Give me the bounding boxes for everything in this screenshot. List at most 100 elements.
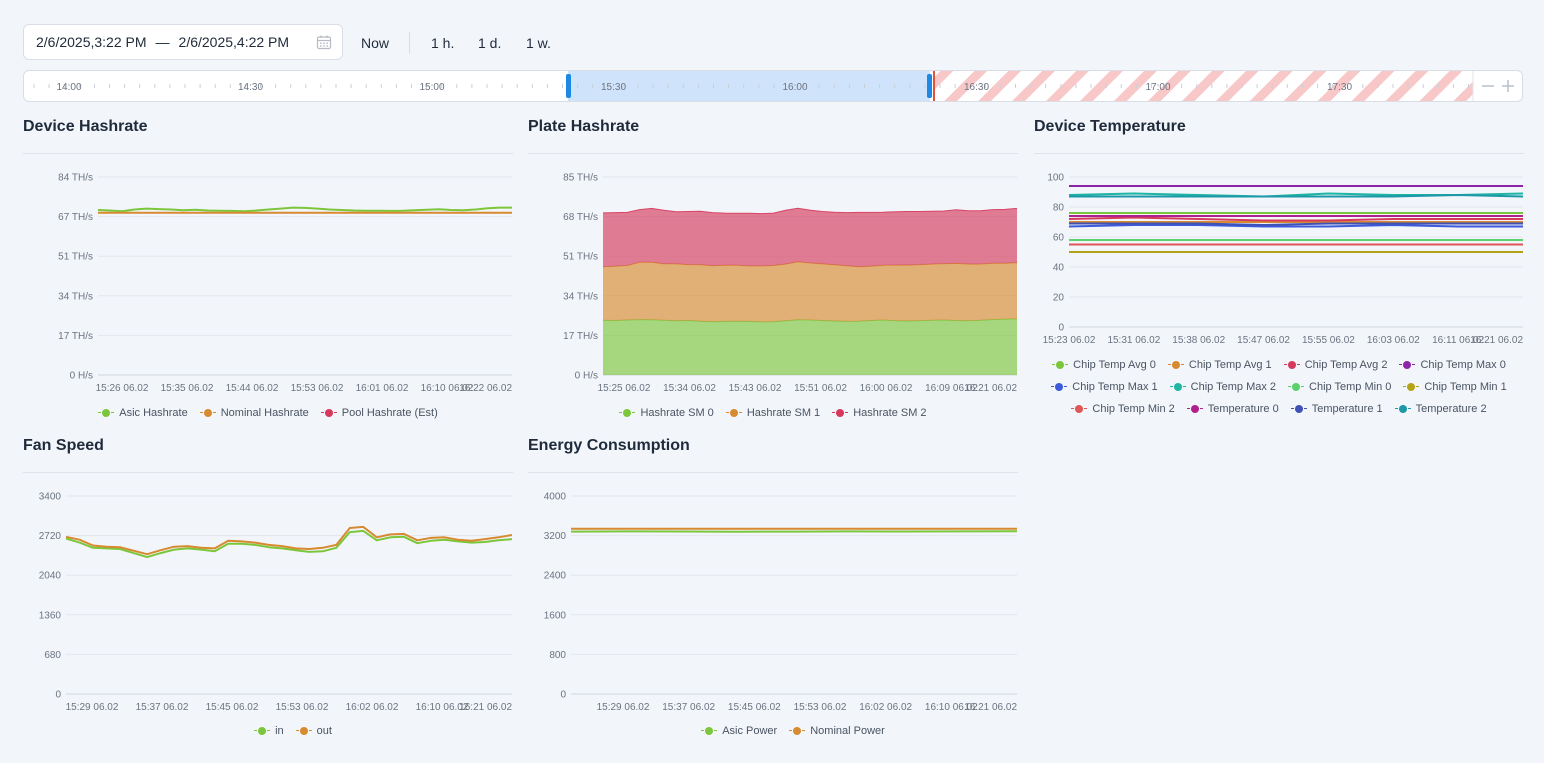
legend-dot-icon — [1399, 360, 1416, 370]
area-hashrate-sm-1 — [603, 261, 1017, 322]
legend-dot-icon — [1283, 360, 1300, 370]
legend-dot-icon — [619, 408, 636, 418]
y-tick-label: 0 H/s — [575, 371, 598, 382]
y-tick-label: 60 — [1053, 233, 1065, 244]
x-tick-label: 16:02 06.02 — [346, 702, 399, 713]
legend-item-hashrate-sm-1[interactable]: Hashrate SM 1 — [725, 407, 821, 419]
timeline-tick-label: 15:00 — [419, 82, 444, 93]
series-line-asic-hashrate — [97, 206, 512, 213]
legend-item-chip-temp-avg-2[interactable]: Chip Temp Avg 2 — [1283, 359, 1387, 371]
legend-dot-icon — [199, 408, 216, 418]
timeline-tick-label: 17:00 — [1145, 82, 1170, 93]
legend-item-asic-power[interactable]: Asic Power — [701, 725, 777, 737]
legend-item-temperature-2[interactable]: Temperature 2 — [1394, 403, 1487, 415]
legend-dot-icon — [320, 408, 337, 418]
legend-label: Chip Temp Avg 1 — [1188, 359, 1272, 371]
legend-item-temperature-1[interactable]: Temperature 1 — [1290, 403, 1383, 415]
quick-1h-button[interactable]: 1 h. — [431, 35, 454, 51]
y-tick-label: 34 TH/s — [58, 291, 93, 302]
series-line-chip-temp-avg-2 — [1068, 216, 1523, 222]
legend-dot-icon — [701, 726, 718, 736]
y-tick-label: 20 — [1053, 293, 1065, 304]
legend-label: out — [316, 725, 332, 737]
legend-label: Hashrate SM 1 — [746, 407, 821, 419]
legend-label: Asic Power — [722, 725, 778, 737]
x-tick-label: 15:55 06.02 — [1302, 335, 1355, 346]
device-hashrate-chart: 0 H/s 17 TH/s 34 TH/s 51 TH/s 67 TH/s 84 TH/s… — [58, 173, 512, 395]
x-tick-label: 15:45 06.02 — [206, 702, 259, 713]
legend-label: Chip Temp Min 1 — [1424, 381, 1507, 393]
plate-hashrate-panel: Plate Hashrate 0 H/s 17 TH/s 34 TH/s 51 TH/… — [528, 118, 1018, 423]
x-tick-label: 15:45 06.02 — [728, 702, 781, 713]
legend-item-temperature-0[interactable]: Temperature 0 — [1186, 403, 1279, 415]
x-tick-label: 15:29 06.02 — [66, 702, 119, 713]
legend-label: Pool Hashrate (Est) — [341, 407, 438, 419]
x-tick-label: 15:26 06.02 — [96, 383, 149, 394]
x-tick-label: 15:35 06.02 — [161, 383, 214, 394]
y-tick-label: 0 — [560, 690, 566, 701]
legend-dot-icon — [1052, 360, 1069, 370]
legend-item-chip-temp-min-1[interactable]: Chip Temp Min 1 — [1403, 381, 1507, 393]
timeline-scrubber[interactable]: 14:00 14:30 15:00 15:30 16:00 16:30 17:00 17:30 — [23, 70, 1523, 102]
legend-label: Nominal Power — [810, 725, 885, 737]
device-temperature-chart: 0 20 40 60 80 100 15:23 06.02 15:31 06.02 15:38 … — [1043, 173, 1524, 347]
legend-item-chip-temp-avg-0[interactable]: Chip Temp Avg 0 — [1052, 359, 1156, 371]
x-tick-label: 15:23 06.02 — [1043, 335, 1096, 346]
x-tick-label: 16:21 06.02 — [964, 383, 1017, 394]
plate-hashrate-legend: Hashrate SM 0 Hashrate SM 1 Hashrate SM 2 — [528, 407, 1018, 419]
y-tick-label: 3200 — [544, 531, 567, 542]
x-tick-label: 16:21 06.02 — [1470, 335, 1523, 346]
selection-start-handle[interactable] — [566, 74, 571, 98]
legend-item-hashrate-sm-0[interactable]: Hashrate SM 0 — [619, 407, 714, 419]
x-tick-label: 15:53 06.02 — [291, 383, 344, 394]
x-tick-label: 15:37 06.02 — [136, 702, 189, 713]
legend-item-chip-temp-max-2[interactable]: Chip Temp Max 2 — [1169, 381, 1277, 393]
legend-label: Chip Temp Max 2 — [1190, 381, 1277, 393]
legend-dot-icon — [832, 408, 849, 418]
y-tick-label: 34 TH/s — [563, 291, 598, 302]
timeline-tick-label: 14:00 — [56, 82, 81, 93]
x-tick-label: 16:01 06.02 — [356, 383, 409, 394]
y-tick-label: 2400 — [544, 571, 567, 582]
legend-item-nominal-power[interactable]: Nominal Power — [789, 725, 885, 737]
fan-speed-legend: in out — [23, 725, 513, 737]
legend-item-out[interactable]: out — [295, 725, 332, 737]
y-tick-label: 2040 — [39, 571, 62, 582]
legend-label: Temperature 2 — [1415, 403, 1487, 415]
legend-item-in[interactable]: in — [254, 725, 284, 737]
legend-dot-icon — [789, 726, 806, 736]
selection-end-handle[interactable] — [927, 74, 932, 98]
y-tick-label: 51 TH/s — [563, 252, 598, 263]
legend-dot-icon — [1186, 404, 1203, 414]
legend-item-chip-temp-avg-1[interactable]: Chip Temp Avg 1 — [1167, 359, 1272, 371]
legend-item-pool-hashrate-est[interactable]: Pool Hashrate (Est) — [320, 407, 438, 419]
device-hashrate-panel: Device Hashrate 0 H/s 17 TH/s 34 TH/s 51 TH… — [23, 118, 513, 423]
legend-item-nominal-hashrate[interactable]: Nominal Hashrate — [199, 407, 309, 419]
timeline-tick-label: 15:30 — [601, 82, 626, 93]
y-tick-label: 1360 — [39, 610, 62, 621]
legend-dot-icon — [1169, 382, 1186, 392]
range-start-text: 2/6/2025,3:22 PM — [36, 34, 147, 50]
legend-item-asic-hashrate[interactable]: Asic Hashrate — [98, 407, 188, 419]
quick-now-button[interactable]: Now — [361, 35, 389, 51]
timeline-tick-label: 14:30 — [238, 82, 263, 93]
y-tick-label: 680 — [44, 650, 61, 661]
legend-item-chip-temp-min-0[interactable]: Chip Temp Min 0 — [1288, 381, 1391, 393]
date-range-picker[interactable]: 2/6/2025,3:22 PM — 2/6/2025,4:22 PM — [23, 24, 343, 60]
calendar-icon[interactable] — [316, 34, 332, 50]
legend-item-chip-temp-max-1[interactable]: Chip Temp Max 1 — [1051, 381, 1158, 393]
y-tick-label: 1600 — [544, 610, 567, 621]
timeline-tick-label: 16:00 — [782, 82, 807, 93]
legend-label: in — [275, 725, 284, 737]
legend-item-chip-temp-max-0[interactable]: Chip Temp Max 0 — [1399, 359, 1506, 371]
x-tick-label: 16:21 06.02 — [459, 702, 512, 713]
quick-1w-button[interactable]: 1 w. — [526, 35, 551, 51]
legend-item-chip-temp-min-2[interactable]: Chip Temp Min 2 — [1071, 403, 1175, 415]
x-tick-label: 15:29 06.02 — [597, 702, 650, 713]
y-tick-label: 0 — [55, 690, 61, 701]
legend-item-hashrate-sm-2[interactable]: Hashrate SM 2 — [832, 407, 927, 419]
quick-1d-button[interactable]: 1 d. — [478, 35, 501, 51]
plus-icon[interactable] — [1502, 80, 1514, 92]
legend-dot-icon — [98, 408, 115, 418]
y-tick-label: 4000 — [544, 492, 567, 503]
